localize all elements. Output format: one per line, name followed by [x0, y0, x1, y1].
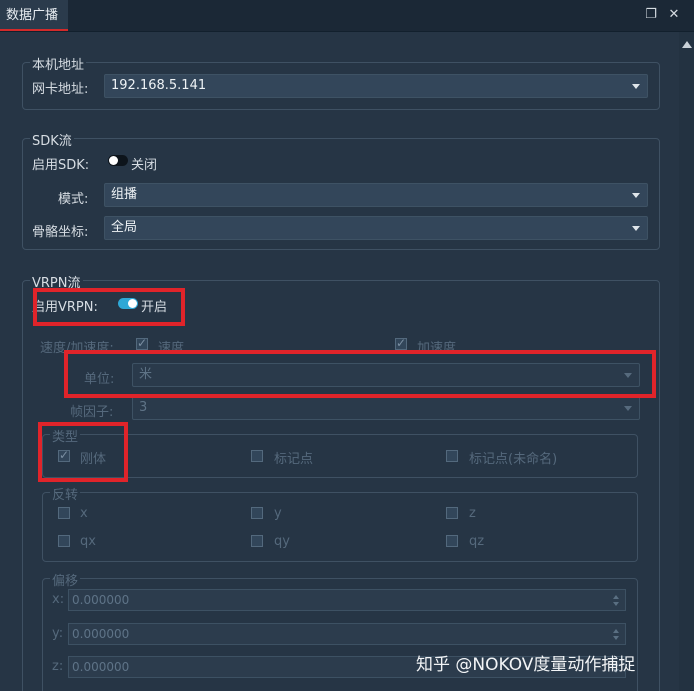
local-address-title: 本机地址: [30, 54, 87, 73]
offset-y-input[interactable]: 0.000000: [68, 623, 626, 645]
acceleration-checkbox[interactable]: [395, 336, 407, 350]
flip-qz-checkbox[interactable]: [446, 535, 458, 547]
chevron-down-icon: [632, 193, 640, 198]
close-icon[interactable]: ✕: [668, 8, 680, 21]
highlight-vrpn-enable: [33, 288, 185, 326]
nic-address-value: 192.168.5.141: [111, 78, 207, 93]
flip-qy-checkbox[interactable]: [251, 535, 263, 547]
spin-up-icon[interactable]: [613, 595, 619, 599]
offset-x-value: 0.000000: [72, 593, 130, 607]
spin-down-icon[interactable]: [613, 636, 619, 640]
flip-y-label: y: [274, 506, 282, 521]
flip-qz-label: qz: [469, 534, 485, 549]
flip-group: [42, 492, 638, 562]
sdk-coord-value: 全局: [111, 220, 138, 235]
watermark-text: 知乎 @NOKOV度量动作捕捉: [416, 655, 636, 675]
sdk-enable-toggle[interactable]: [108, 155, 128, 166]
frame-factor-value: 3: [139, 400, 148, 415]
chevron-down-icon: [632, 84, 640, 89]
offset-x-label: x:: [52, 592, 65, 607]
offset-z-label: z:: [52, 659, 64, 674]
vertical-scrollbar[interactable]: [679, 32, 694, 691]
flip-y-checkbox[interactable]: [251, 507, 263, 519]
offset-x-input[interactable]: 0.000000: [68, 589, 626, 611]
sdk-stream-title: SDK流: [30, 130, 74, 149]
velocity-checkbox[interactable]: [136, 336, 148, 350]
frame-factor-select[interactable]: 3: [132, 396, 640, 420]
offset-group-title: 偏移: [50, 570, 81, 589]
sdk-mode-value: 组播: [111, 187, 138, 202]
flip-z-label: z: [469, 506, 476, 521]
flip-x-label: x: [80, 506, 88, 521]
title-bar: 数据广播 ❐ ✕: [0, 0, 694, 32]
unnamed-marker-checkbox[interactable]: [446, 450, 458, 462]
sdk-enable-label: 启用SDK:: [32, 158, 90, 173]
spin-up-icon[interactable]: [613, 629, 619, 633]
flip-qx-checkbox[interactable]: [58, 535, 70, 547]
highlight-unit: [64, 350, 656, 398]
flip-group-title: 反转: [50, 484, 81, 503]
panel-tab-data-broadcast[interactable]: 数据广播: [0, 0, 69, 31]
marker-label: 标记点: [274, 452, 314, 467]
restore-window-icon[interactable]: ❐: [645, 8, 657, 21]
sdk-coord-label: 骨骼坐标:: [32, 225, 89, 240]
sdk-mode-select[interactable]: 组播: [104, 183, 648, 207]
spin-down-icon[interactable]: [613, 602, 619, 606]
nic-address-select[interactable]: 192.168.5.141: [104, 74, 648, 98]
frame-factor-label: 帧因子:: [70, 405, 114, 420]
toggle-knob: [109, 156, 118, 165]
sdk-enable-state: 关闭: [131, 158, 158, 173]
nic-label: 网卡地址:: [32, 82, 89, 97]
marker-checkbox[interactable]: [251, 450, 263, 462]
sdk-mode-label: 模式:: [58, 192, 89, 207]
sdk-coord-select[interactable]: 全局: [104, 216, 648, 240]
chevron-down-icon: [624, 406, 632, 411]
scroll-up-icon[interactable]: [682, 41, 692, 48]
flip-qx-label: qx: [80, 534, 96, 549]
unnamed-marker-label: 标记点(未命名): [469, 452, 558, 467]
flip-qy-label: qy: [274, 534, 290, 549]
offset-y-value: 0.000000: [72, 627, 130, 641]
offset-y-label: y:: [52, 626, 64, 641]
offset-z-value: 0.000000: [72, 660, 130, 674]
chevron-down-icon: [632, 226, 640, 231]
flip-z-checkbox[interactable]: [446, 507, 458, 519]
flip-x-checkbox[interactable]: [58, 507, 70, 519]
highlight-rigid-body: [38, 422, 128, 482]
